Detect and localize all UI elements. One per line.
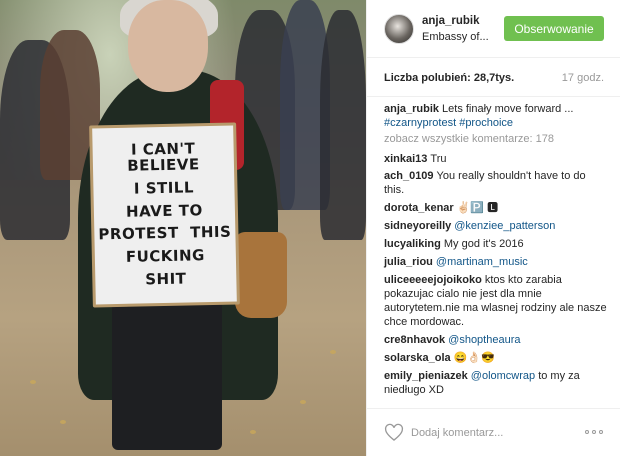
sign-line: I STILL — [133, 178, 195, 198]
caption-hashtags[interactable]: #czarnyprotest #prochoice — [384, 117, 513, 129]
leaf — [250, 430, 256, 434]
follow-button[interactable]: Obserwowanie — [504, 16, 604, 41]
post-header: anja_rubik Embassy of... Obserwowanie — [367, 0, 620, 58]
comment-text: ✌🏻🅿️ 🅻 — [456, 202, 499, 214]
likes-count[interactable]: Liczba polubień: 28,7tys. — [384, 72, 514, 84]
comment-username[interactable]: sidneyoreilly — [384, 220, 451, 232]
sign-line: I CAN'T BELIEVE — [127, 139, 200, 175]
leaf — [60, 420, 66, 424]
post-photo[interactable]: I CAN'T BELIEVE I STILL HAVE TO PROTEST … — [0, 0, 366, 456]
comment-mention[interactable]: @shoptheaura — [448, 334, 520, 346]
leaf — [300, 400, 306, 404]
comment-username[interactable]: xinkai13 — [384, 153, 427, 165]
comment-item: julia_riou @martinam_music — [384, 255, 607, 269]
comment-mention[interactable]: @olomcwrap — [471, 370, 535, 382]
sign-line: HAVE TO — [125, 200, 203, 221]
protester-bag — [235, 232, 287, 318]
protester-legs — [112, 300, 222, 450]
sign-line: SHIT — [145, 269, 187, 289]
comment-username[interactable]: lucyaliking — [384, 238, 441, 250]
more-dot — [592, 430, 596, 434]
comment-item: cre8nhavok @shoptheaura — [384, 333, 607, 347]
comment-text: 😄👌🏻😎 — [453, 352, 495, 364]
comment-mention[interactable]: @martinam_music — [436, 256, 528, 268]
comment-username[interactable]: dorota_kenar — [384, 202, 454, 214]
comment-item: sidneyoreilly @kenziee_patterson — [384, 219, 607, 233]
comment-item: solarska_ola 😄👌🏻😎 — [384, 351, 607, 365]
more-dot — [599, 430, 603, 434]
comment-username[interactable]: solarska_ola — [384, 352, 451, 364]
comment-item: lucyaliking My god it's 2016 — [384, 237, 607, 251]
comment-mention[interactable]: @kenziee_patterson — [454, 220, 555, 232]
protest-sign: I CAN'T BELIEVE I STILL HAVE TO PROTEST … — [89, 122, 240, 308]
sign-line: FUCKING — [125, 246, 206, 267]
comment-username[interactable]: uliceeeeejojoikoko — [384, 274, 482, 286]
comment-item: emily_pieniazek @olomcwrap to my za niedł… — [384, 369, 607, 397]
comment-text: Tru — [430, 153, 447, 165]
comment-username[interactable]: cre8nhavok — [384, 334, 445, 346]
post-caption: anja_rubik Lets finały move forward ... #… — [384, 102, 607, 130]
comments-list[interactable]: anja_rubik Lets finały move forward ... #… — [367, 98, 620, 408]
comment-item: xinkai13 Tru — [384, 152, 607, 166]
comment-username[interactable]: anja_rubik — [384, 103, 439, 115]
add-comment-input[interactable] — [411, 424, 571, 442]
comment-item: dorota_kenar ✌🏻🅿️ 🅻 — [384, 201, 607, 215]
more-options-icon[interactable] — [585, 425, 605, 439]
post-side-panel: anja_rubik Embassy of... Obserwowanie Li… — [366, 0, 620, 456]
more-dot — [585, 430, 589, 434]
post-timestamp[interactable]: 17 godz. — [562, 72, 604, 84]
post-stats: Liczba polubień: 28,7tys. 17 godz. — [367, 58, 620, 97]
protester-face — [128, 0, 208, 92]
crowd-person-right-3 — [320, 10, 366, 240]
leaf — [330, 350, 336, 354]
sign-line: PROTEST THIS — [98, 222, 232, 244]
comment-username[interactable]: emily_pieniazek — [384, 370, 468, 382]
post-footer — [367, 408, 620, 456]
view-all-comments-link[interactable]: zobacz wszystkie komentarze: 178 — [384, 133, 607, 145]
comment-username[interactable]: julia_riou — [384, 256, 433, 268]
comment-item: uliceeeeejojoikoko ktos kto zarabia pokaz… — [384, 273, 607, 329]
caption-text: Lets finały move forward ... — [442, 103, 574, 115]
comment-username[interactable]: ach_0109 — [384, 170, 434, 182]
heart-outline-icon[interactable] — [384, 423, 404, 443]
author-username[interactable]: anja_rubik — [422, 15, 480, 27]
comment-text: My god it's 2016 — [443, 238, 524, 250]
leaf — [30, 380, 36, 384]
comment-item: ach_0109 You really shouldn't have to do … — [384, 169, 607, 197]
post-location[interactable]: Embassy of... — [422, 31, 489, 43]
avatar[interactable] — [384, 14, 414, 44]
